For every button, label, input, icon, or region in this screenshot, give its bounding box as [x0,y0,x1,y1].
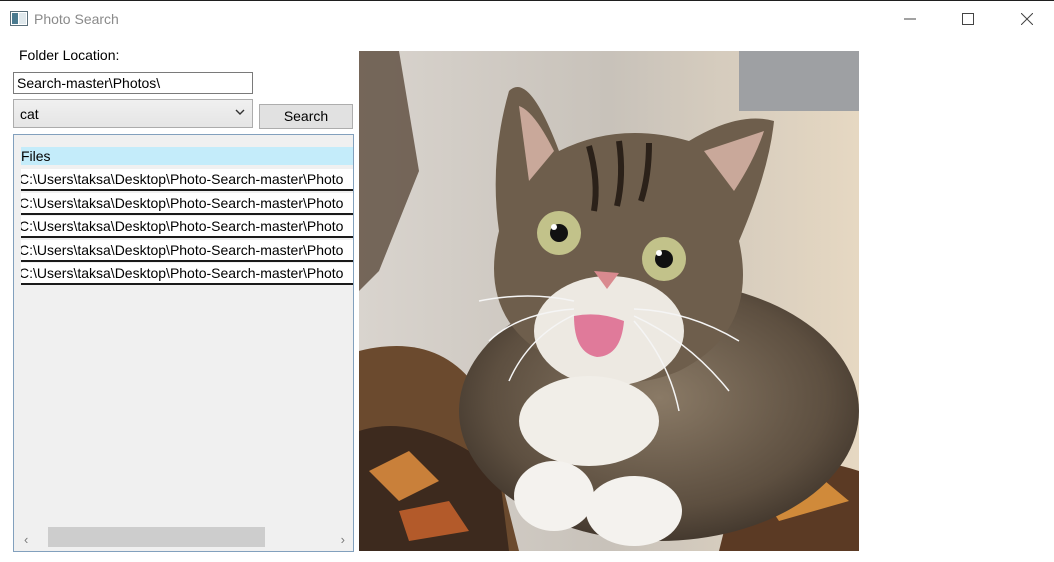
minimize-icon [904,18,916,20]
files-list[interactable]: Files C:\Users\taksa\Desktop\Photo-Searc… [13,134,354,552]
horizontal-scrollbar[interactable]: ‹ › [14,527,353,551]
close-button[interactable] [1004,1,1050,37]
scroll-left-icon[interactable]: ‹ [24,532,28,547]
file-row[interactable]: C:\Users\taksa\Desktop\Photo-Search-mast… [21,192,353,215]
scroll-right-icon[interactable]: › [341,532,345,547]
query-combobox[interactable]: cat [13,99,253,128]
folder-location-label: Folder Location: [19,47,120,63]
file-row[interactable]: C:\Users\taksa\Desktop\Photo-Search-mast… [21,216,353,238]
files-list-items: C:\Users\taksa\Desktop\Photo-Search-mast… [21,169,353,285]
query-combobox-value: cat [20,106,39,122]
maximize-icon [962,13,974,25]
chevron-down-icon [235,109,245,115]
search-button[interactable]: Search [259,104,353,129]
files-column-header-label: Files [21,148,51,164]
title-bar[interactable]: Photo Search [0,1,1054,37]
close-icon [1021,13,1033,25]
window-title: Photo Search [34,11,119,27]
file-row[interactable]: C:\Users\taksa\Desktop\Photo-Search-mast… [21,169,353,191]
file-row[interactable]: C:\Users\taksa\Desktop\Photo-Search-mast… [21,239,353,262]
files-column-header[interactable]: Files [21,147,353,165]
cat-photo-illustration [359,51,859,551]
maximize-button[interactable] [945,1,991,37]
file-row[interactable]: C:\Users\taksa\Desktop\Photo-Search-mast… [21,263,353,285]
folder-location-input[interactable]: Search-master\Photos\ [13,72,253,94]
cat-photo [359,51,859,551]
minimize-button[interactable] [887,1,933,37]
scrollbar-thumb[interactable] [48,527,265,547]
photo-search-window: Photo Search Folder Location: Search-mas… [0,0,1054,562]
app-window-icon [10,11,28,26]
